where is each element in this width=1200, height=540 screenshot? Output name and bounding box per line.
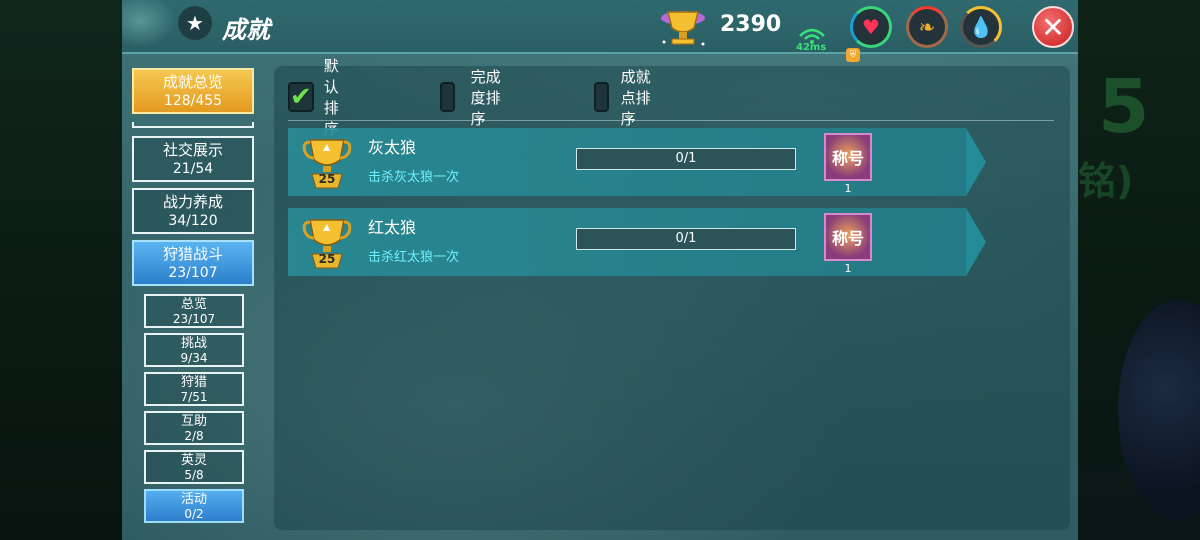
checkbox-empty-icon[interactable]: [440, 82, 455, 112]
subnav-challenge-count: 9/34: [180, 351, 208, 365]
achievement-name: 红太狼: [368, 218, 417, 237]
background-text-big: 5: [1098, 64, 1150, 150]
subnav-mutual-aid-count: 2/8: [184, 429, 204, 443]
nav-social-label: 社交展示: [162, 141, 223, 159]
sort-divider: [288, 120, 1054, 121]
sort-points-option[interactable]: 成就点排序: [594, 68, 651, 128]
subnav-hunting-count: 7/51: [180, 390, 208, 404]
achievement-progress: 0/1: [576, 228, 796, 250]
nav-overview-count: 128/455: [163, 93, 223, 109]
achievement-cup-icon: [661, 11, 705, 46]
nav-overview-button[interactable]: 成就总览 128/455: [132, 68, 254, 114]
subnav-mutual-aid[interactable]: 互助 2/8: [144, 411, 244, 445]
achievement-panel: ★ 成就 2390 42ms ♥ ⛨ ❧ 💧 ✕ 成就总览 128/455 社交…: [122, 0, 1078, 540]
subnav-challenge-label: 挑战: [180, 336, 207, 351]
title-reward-icon[interactable]: 称号: [824, 213, 872, 261]
shield-icon: ⛨: [846, 48, 860, 62]
leaf-decoration: [122, 0, 182, 52]
health-icon: ♥: [850, 6, 892, 48]
sort-default-label: 默认排序: [323, 57, 339, 138]
subnav-heroes-label: 英灵: [180, 453, 207, 468]
achievement-progress: 0/1: [576, 148, 796, 170]
subnav-events[interactable]: 活动 0/2: [144, 489, 244, 523]
page-title: 成就: [222, 16, 270, 44]
achievement-row[interactable]: 25 灰太狼 击杀灰太狼一次 0/1 称号 1: [288, 128, 986, 196]
reward-quantity: 1: [844, 262, 852, 275]
row-arrow-tip: [966, 208, 986, 276]
hunger-icon: ❧: [906, 6, 948, 48]
subnav-events-count: 0/2: [184, 507, 204, 521]
nav-social-count: 21/54: [172, 161, 214, 177]
subnav-overview[interactable]: 总览 23/107: [144, 294, 244, 328]
subnav-overview-count: 23/107: [172, 312, 216, 326]
subnav-hunting-label: 狩猎: [180, 375, 207, 390]
background-text-small: 铭): [1078, 159, 1134, 203]
achievement-points: 25: [318, 252, 336, 266]
achievement-description: 击杀红太狼一次: [368, 250, 460, 265]
trophy-icon: ★: [178, 6, 212, 40]
achievement-list-area: ✔ 默认排序 完成度排序 成就点排序 25: [274, 57, 1070, 530]
achievement-name: 灰太狼: [368, 138, 417, 157]
nav-hunting-label: 狩猎战斗: [162, 245, 223, 263]
subnav-events-label: 活动: [180, 492, 207, 507]
achievement-points-value: 2390: [720, 12, 782, 37]
checkbox-empty-icon[interactable]: [594, 82, 609, 112]
sort-default-option[interactable]: ✔ 默认排序: [288, 57, 343, 138]
nav-social-button[interactable]: 社交展示 21/54: [132, 136, 254, 182]
checkbox-checked-icon[interactable]: ✔: [288, 82, 314, 112]
background-creature: [1118, 300, 1200, 520]
reward-quantity: 1: [844, 182, 852, 195]
subnav-heroes[interactable]: 英灵 5/8: [144, 450, 244, 484]
top-bar: ★ 成就 2390 42ms ♥ ⛨ ❧ 💧 ✕: [122, 0, 1078, 62]
nav-hunting-button[interactable]: 狩猎战斗 23/107: [132, 240, 254, 286]
game-world-right: 5 铭): [1078, 0, 1200, 540]
achievement-description: 击杀灰太狼一次: [368, 170, 460, 185]
subnav-overview-label: 总览: [180, 297, 207, 312]
ping-text: 42ms: [796, 42, 827, 53]
nav-divider: [132, 122, 254, 128]
sort-completion-option[interactable]: 完成度排序: [440, 68, 501, 128]
thirst-icon: 💧: [960, 6, 1002, 48]
subnav-hunting[interactable]: 狩猎 7/51: [144, 372, 244, 406]
subnav-heroes-count: 5/8: [184, 468, 204, 482]
title-reward-icon[interactable]: 称号: [824, 133, 872, 181]
signal-icon: [799, 28, 825, 44]
achievement-row[interactable]: 25 红太狼 击杀红太狼一次 0/1 称号 1: [288, 208, 986, 276]
subnav-challenge[interactable]: 挑战 9/34: [144, 333, 244, 367]
nav-power-label: 战力养成: [162, 193, 223, 211]
nav-power-count: 34/120: [168, 213, 218, 229]
nav-hunting-count: 23/107: [168, 265, 218, 281]
subnav-mutual-aid-label: 互助: [180, 414, 207, 429]
nav-power-button[interactable]: 战力养成 34/120: [132, 188, 254, 234]
row-arrow-tip: [966, 128, 986, 196]
nav-overview-label: 成就总览: [162, 73, 223, 91]
achievement-points: 25: [318, 172, 336, 186]
close-button[interactable]: ✕: [1032, 6, 1074, 48]
game-world-left: [0, 0, 122, 540]
